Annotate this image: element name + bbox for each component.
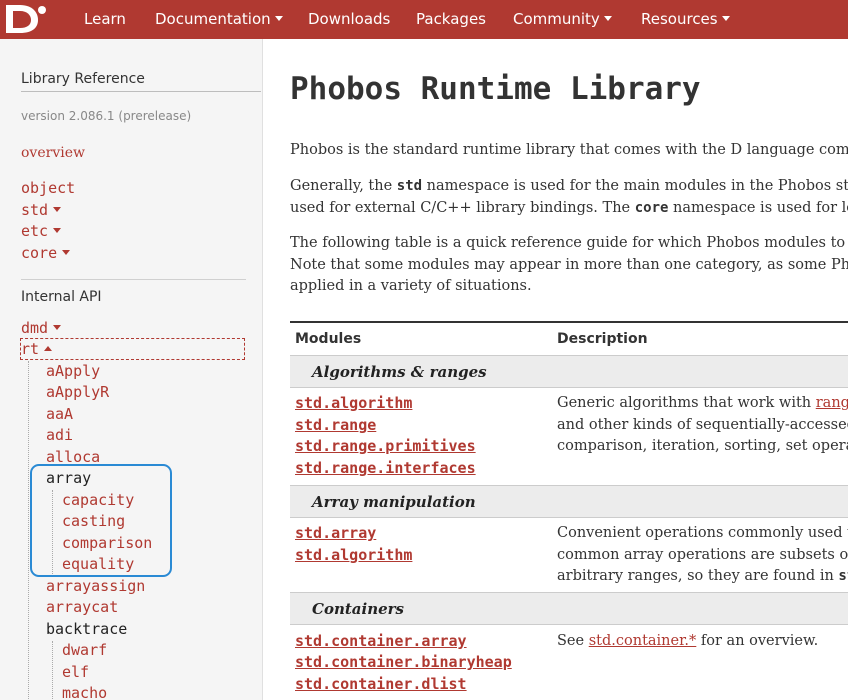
text: Note that some modules may appear in mor… bbox=[290, 256, 848, 273]
chevron-down-icon bbox=[62, 250, 71, 255]
text: applied in a variety of situations. bbox=[290, 278, 532, 294]
top-navbar: Learn Documentation Downloads Packages C… bbox=[0, 0, 848, 39]
category-label: Containers bbox=[312, 600, 404, 618]
sidebar-item-std-label: std bbox=[21, 201, 49, 219]
sidebar-item-aapply[interactable]: aApply bbox=[46, 361, 100, 381]
sidebar-item-elf[interactable]: elf bbox=[62, 662, 89, 682]
internal-api-heading: Internal API bbox=[21, 289, 102, 305]
sidebar-item-aapplyr[interactable]: aApplyR bbox=[46, 382, 109, 402]
category-row: Containers bbox=[290, 592, 848, 625]
tree-guide bbox=[52, 641, 53, 700]
chevron-down-icon bbox=[274, 16, 283, 21]
nav-documentation-label: Documentation bbox=[155, 10, 271, 28]
module-link[interactable]: std.algorithm bbox=[295, 545, 412, 567]
sidebar-item-dmd-label: dmd bbox=[21, 319, 49, 337]
sidebar-item-object[interactable]: object bbox=[21, 178, 75, 198]
array-highlight-box bbox=[30, 464, 172, 577]
chevron-up-icon bbox=[44, 346, 53, 351]
text: Generally, the bbox=[290, 178, 397, 194]
sidebar-item-adi[interactable]: adi bbox=[46, 425, 73, 445]
rt-selected-box bbox=[20, 338, 245, 360]
sidebar-item-arrayassign[interactable]: arrayassign bbox=[46, 576, 145, 596]
sidebar-item-etc-label: etc bbox=[21, 222, 49, 240]
nav-downloads[interactable]: Downloads bbox=[308, 0, 390, 39]
nav-resources[interactable]: Resources bbox=[641, 0, 730, 39]
sidebar-item-backtrace[interactable]: backtrace bbox=[46, 619, 127, 639]
text: arbitrary ranges, so they are found in bbox=[557, 568, 839, 584]
page-title: Phobos Runtime Library bbox=[290, 71, 701, 107]
text: Convenient operations commonly used w bbox=[557, 525, 848, 541]
module-link[interactable]: std.range.interfaces bbox=[295, 458, 476, 480]
sidebar-item-etc[interactable]: etc bbox=[21, 221, 62, 241]
category-label: Array manipulation bbox=[312, 493, 476, 511]
module-link[interactable]: std.container.binaryheap bbox=[295, 652, 512, 674]
container-overview-link[interactable]: std.container.* bbox=[589, 633, 697, 649]
column-header-modules: Modules bbox=[295, 331, 362, 347]
module-link[interactable]: std.range.primitives bbox=[295, 436, 476, 458]
main-content: Phobos Runtime Library Phobos is the sta… bbox=[263, 39, 848, 700]
module-link[interactable]: std.algorithm bbox=[295, 393, 412, 415]
text: namespace is used for the main modules i… bbox=[422, 178, 848, 194]
text: common array operations are subsets of bbox=[557, 546, 848, 563]
modules-table: Modules Description Algorithms & ranges … bbox=[290, 321, 848, 693]
quick-reference-paragraph: The following table is a quick reference… bbox=[290, 233, 848, 298]
tree-guide bbox=[28, 361, 29, 700]
chevron-down-icon bbox=[53, 325, 62, 330]
module-link[interactable]: std.container.dlist bbox=[295, 674, 467, 696]
column-header-description: Description bbox=[557, 331, 648, 347]
code-std: std bbox=[838, 568, 848, 584]
module-description: Convenient operations commonly used w co… bbox=[557, 523, 848, 588]
sidebar-item-dmd[interactable]: dmd bbox=[21, 318, 62, 338]
nav-documentation[interactable]: Documentation bbox=[155, 0, 283, 39]
nav-packages-label: Packages bbox=[416, 10, 486, 28]
nav-packages[interactable]: Packages bbox=[416, 0, 486, 39]
namespace-paragraph: Generally, the std namespace is used for… bbox=[290, 176, 848, 219]
sidebar-item-arraycat[interactable]: arraycat bbox=[46, 597, 118, 617]
library-reference-heading: Library Reference bbox=[21, 71, 261, 92]
sidebar-item-macho[interactable]: macho bbox=[62, 683, 107, 700]
module-description: See std.container.* for an overview. bbox=[557, 631, 848, 653]
code-std: std bbox=[396, 178, 423, 194]
nav-downloads-label: Downloads bbox=[308, 10, 391, 28]
code-core: core bbox=[634, 199, 669, 216]
module-link[interactable]: std.array bbox=[295, 523, 376, 545]
sidebar-item-rt[interactable]: rt bbox=[21, 339, 53, 359]
module-link[interactable]: std.range bbox=[295, 415, 376, 437]
intro-paragraph: Phobos is the standard runtime library t… bbox=[290, 142, 848, 158]
chevron-down-icon bbox=[603, 16, 612, 21]
sidebar-divider bbox=[21, 279, 246, 280]
version-label: version 2.086.1 (prerelease) bbox=[21, 109, 192, 123]
text: namespace is used for low- bbox=[673, 199, 848, 216]
nav-community[interactable]: Community bbox=[513, 0, 612, 39]
sidebar-item-rt-label: rt bbox=[21, 340, 40, 358]
text: and other kinds of sequentially-accessed bbox=[557, 416, 848, 433]
text: The following table is a quick reference… bbox=[290, 235, 848, 251]
sidebar-item-std[interactable]: std bbox=[21, 200, 62, 220]
nav-resources-label: Resources bbox=[641, 10, 718, 28]
sidebar-item-core-label: core bbox=[21, 244, 58, 262]
sidebar-item-aaa[interactable]: aaA bbox=[46, 404, 73, 424]
range-link[interactable]: range bbox=[816, 395, 848, 411]
text: comparison, iteration, sorting, set oper… bbox=[557, 438, 848, 454]
nav-learn-label: Learn bbox=[84, 10, 126, 28]
sidebar-item-overview[interactable]: overview bbox=[21, 143, 85, 163]
chevron-down-icon bbox=[53, 228, 62, 233]
text: for an overview. bbox=[696, 633, 819, 649]
nav-community-label: Community bbox=[513, 10, 600, 28]
module-description: Generic algorithms that work with range … bbox=[557, 393, 848, 458]
category-row: Array manipulation bbox=[290, 485, 848, 518]
d-logo-icon[interactable] bbox=[4, 3, 48, 35]
module-link[interactable]: std.container.array bbox=[295, 631, 467, 653]
text: used for external C/C++ library bindings… bbox=[290, 199, 635, 216]
text: See bbox=[557, 633, 589, 649]
category-row: Algorithms & ranges bbox=[290, 355, 848, 388]
sidebar-item-core[interactable]: core bbox=[21, 243, 71, 263]
chevron-down-icon bbox=[721, 16, 730, 21]
text: Generic algorithms that work with bbox=[557, 395, 816, 411]
sidebar: Library Reference version 2.086.1 (prere… bbox=[0, 39, 263, 700]
chevron-down-icon bbox=[53, 207, 62, 212]
sidebar-item-dwarf[interactable]: dwarf bbox=[62, 640, 107, 660]
nav-learn[interactable]: Learn bbox=[84, 0, 126, 39]
category-label: Algorithms & ranges bbox=[312, 363, 487, 381]
